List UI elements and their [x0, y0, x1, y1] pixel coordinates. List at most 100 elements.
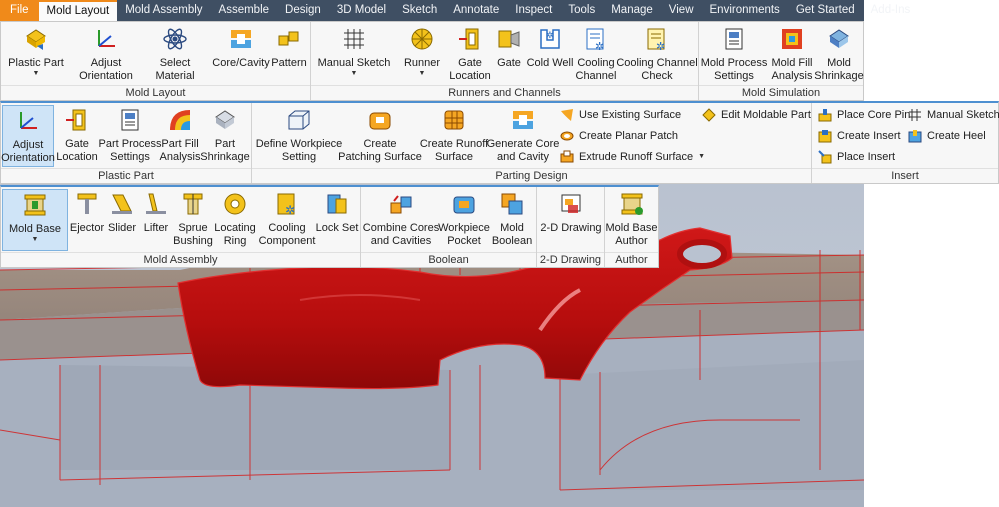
use-existing-surface-button[interactable]: Use Existing Surface — [560, 108, 681, 122]
svg-text:✲: ✲ — [656, 40, 665, 52]
place-core-pin-button[interactable]: Place Core Pin — [818, 108, 910, 122]
core-cavity-button[interactable]: Core/Cavity — [212, 24, 270, 70]
tab-file[interactable]: File — [0, 0, 39, 21]
manual-sketch-insert-label: Manual Sketch — [927, 109, 999, 121]
2d-drawing-label: 2-D Drawing — [540, 222, 602, 234]
generate-core-cavity-button[interactable]: Generate Core and Cavity — [487, 105, 559, 164]
panel-title-mold-simulation: Mold Simulation — [699, 85, 863, 100]
cooling-channel-icon: ✲ — [581, 24, 611, 54]
part-shrinkage-label: Part Shrinkage — [200, 138, 250, 163]
create-insert-icon — [818, 129, 832, 143]
place-insert-label: Place Insert — [837, 151, 896, 163]
plastic-part-button[interactable]: Plastic Part ▼ — [7, 24, 65, 78]
mold-boolean-button[interactable]: Mold Boolean — [489, 189, 535, 248]
heel-icon — [908, 129, 922, 143]
mold-base-author-label: Mold Base Author — [605, 222, 658, 247]
sprue-bushing-label: Sprue Bushing — [173, 222, 213, 247]
panel-author: Mold Base Author Author — [605, 187, 658, 267]
panel-title-mold-assembly: Mold Assembly — [1, 252, 360, 267]
select-material-button[interactable]: Select Material — [139, 24, 211, 83]
tab-get-started[interactable]: Get Started — [788, 0, 863, 21]
cooling-channel-check-button[interactable]: ✲ Cooling Channel Check — [616, 24, 698, 83]
core-cavity-icon — [508, 105, 538, 135]
mold-shrinkage-button[interactable]: Mold Shrinkage — [814, 24, 864, 83]
define-workpiece-label: Define Workpiece Setting — [255, 138, 343, 163]
core-cavity-icon — [226, 24, 256, 54]
combine-cores-cavities-button[interactable]: Combine Cores and Cavities — [363, 189, 439, 248]
create-planar-patch-button[interactable]: Create Planar Patch — [560, 129, 678, 143]
create-heel-label: Create Heel — [927, 130, 986, 142]
cooling-component-icon: ✲ — [272, 189, 302, 219]
part-shrinkage-button[interactable]: Part Shrinkage — [200, 105, 250, 164]
lock-set-button[interactable]: Lock Set — [315, 189, 359, 235]
ejector-button[interactable]: Ejector — [69, 189, 105, 235]
tab-3d-model[interactable]: 3D Model — [329, 0, 394, 21]
panel-title-plastic-part: Plastic Part — [1, 168, 251, 183]
surface-icon — [560, 108, 574, 122]
manual-sketch-insert-button[interactable]: Manual Sketch — [908, 108, 999, 122]
tab-sketch[interactable]: Sketch — [394, 0, 445, 21]
part-process-settings-button[interactable]: Part Process Settings — [99, 105, 161, 164]
pattern-label: Pattern — [271, 57, 307, 69]
cooling-component-button[interactable]: ✲ Cooling Component — [257, 189, 317, 248]
mold-process-settings-button[interactable]: Mold Process Settings — [701, 24, 767, 83]
create-patching-surface-button[interactable]: Create Patching Surface — [338, 105, 422, 164]
material-atom-icon — [160, 24, 190, 54]
2d-drawing-button[interactable]: 2-D Drawing — [539, 189, 603, 235]
cold-well-button[interactable]: ✲ Cold Well — [525, 24, 575, 70]
part-process-settings-label: Part Process Settings — [98, 138, 162, 163]
place-insert-button[interactable]: Place Insert — [818, 150, 895, 164]
slider-button[interactable]: Slider — [105, 189, 139, 235]
lifter-button[interactable]: Lifter — [139, 189, 173, 235]
adjust-orientation-button-2[interactable]: Adjust Orientation — [1, 105, 55, 167]
adjust-orientation-button[interactable]: Adjust Orientation — [75, 24, 137, 83]
tab-assemble[interactable]: Assemble — [211, 0, 278, 21]
ribbon-core-cavity: Adjust Orientation Gate Location Part Pr… — [0, 101, 999, 184]
gate-button[interactable]: Gate — [493, 24, 525, 70]
create-runoff-surface-button[interactable]: Create Runoff Surface — [420, 105, 488, 164]
edit-moldable-part-button[interactable]: Edit Moldable Part — [702, 108, 811, 122]
extrude-runoff-surface-button[interactable]: Extrude Runoff Surface ▼ — [560, 150, 705, 164]
gate-location-button[interactable]: Gate Location — [447, 24, 493, 83]
locating-ring-button[interactable]: Locating Ring — [213, 189, 257, 248]
lock-set-label: Lock Set — [315, 222, 359, 234]
tab-mold-assembly[interactable]: Mold Assembly — [117, 0, 210, 21]
manual-sketch-button[interactable]: Manual Sketch ▼ — [317, 24, 391, 78]
tab-inspect[interactable]: Inspect — [507, 0, 560, 21]
cooling-channel-button[interactable]: ✲ Cooling Channel — [575, 24, 617, 83]
gate-location-button-2[interactable]: Gate Location — [55, 105, 99, 164]
tab-add-ins[interactable]: Add-Ins — [863, 0, 919, 21]
tab-view[interactable]: View — [661, 0, 702, 21]
tab-mold-layout[interactable]: Mold Layout — [38, 0, 118, 21]
tab-annotate[interactable]: Annotate — [445, 0, 507, 21]
mold-base-author-button[interactable]: Mold Base Author — [605, 189, 658, 248]
tab-manage[interactable]: Manage — [603, 0, 661, 21]
panel-runners-channels: Manual Sketch ▼ Runner ▼ Gate Location G… — [311, 22, 699, 100]
mold-base-button[interactable]: Mold Base ▼ — [2, 189, 68, 251]
use-existing-surface-label: Use Existing Surface — [579, 109, 682, 121]
tab-design[interactable]: Design — [277, 0, 329, 21]
create-insert-label: Create Insert — [837, 130, 901, 142]
workpiece-pocket-button[interactable]: Workpiece Pocket — [438, 189, 490, 248]
chevron-down-icon: ▼ — [418, 70, 426, 77]
tab-tools[interactable]: Tools — [560, 0, 603, 21]
sprue-bushing-button[interactable]: Sprue Bushing — [173, 189, 213, 248]
mold-fill-analysis-button[interactable]: Mold Fill Analysis — [767, 24, 817, 83]
adjust-orientation-label: Adjust Orientation — [79, 57, 133, 82]
create-insert-button[interactable]: Create Insert — [818, 129, 901, 143]
lifter-icon — [141, 189, 171, 219]
sketch-grid-icon — [908, 108, 922, 122]
part-fill-analysis-label: Part Fill Analysis — [159, 138, 201, 163]
ribbon-tab-bar: File Mold Layout Mold Assembly Assemble … — [0, 0, 910, 21]
panel-mold-simulation: Mold Process Settings Mold Fill Analysis… — [699, 22, 864, 100]
tab-environments[interactable]: Environments — [702, 0, 788, 21]
define-workpiece-button[interactable]: Define Workpiece Setting — [254, 105, 344, 164]
runner-button[interactable]: Runner ▼ — [399, 24, 445, 78]
pattern-button[interactable]: Pattern — [269, 24, 309, 70]
mold-base-icon — [20, 190, 50, 220]
panel-boolean: Combine Cores and Cavities Workpiece Poc… — [361, 187, 537, 267]
combine-icon — [386, 189, 416, 219]
cooling-check-icon: ✲ — [642, 24, 672, 54]
part-fill-analysis-button[interactable]: Part Fill Analysis — [159, 105, 201, 164]
create-heel-button[interactable]: Create Heel — [908, 129, 986, 143]
